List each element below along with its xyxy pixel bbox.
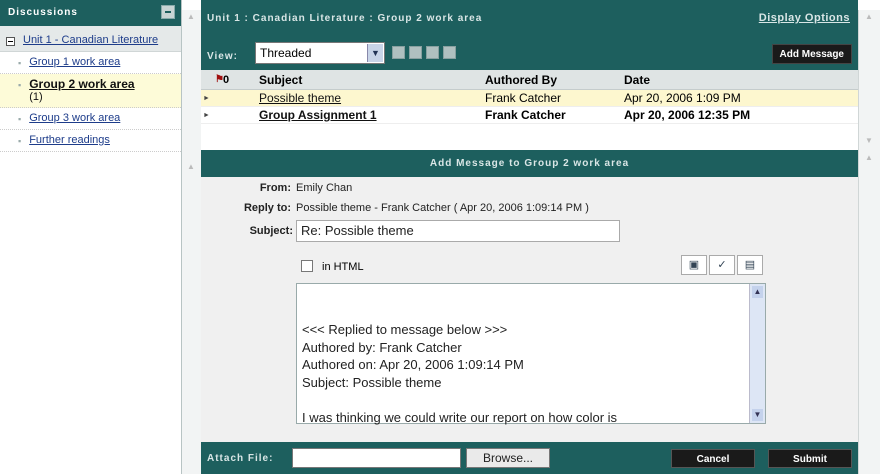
bullet-icon: ▪ [18, 136, 22, 146]
attach-file-input[interactable] [292, 448, 461, 468]
insert-image-icon[interactable]: ▣ [681, 255, 707, 275]
message-subject-link[interactable]: Possible theme [259, 91, 485, 105]
from-label: From: [259, 182, 291, 194]
sidebar-item-label[interactable]: Group 1 work area [29, 56, 120, 69]
collapse-tree-icon[interactable] [6, 37, 15, 46]
add-message-title: Add Message to Group 2 work area [201, 150, 858, 177]
search-icon[interactable] [409, 46, 422, 59]
reply-to-value: Possible theme - Frank Catcher ( Apr 20,… [296, 202, 589, 214]
main-header: Unit 1 : Canadian Literature : Group 2 w… [201, 0, 858, 70]
sidebar-item-group1[interactable]: ▪ Group 1 work area [0, 52, 181, 74]
scroll-up-icon[interactable]: ▲ [186, 12, 196, 21]
display-options-link[interactable]: Display Options [759, 12, 850, 24]
flag-icon[interactable]: ⚑ [201, 74, 224, 85]
sidebar-header: Discussions [0, 0, 181, 26]
flag-count: 0 [223, 73, 230, 86]
view-select-value: Threaded [260, 46, 312, 60]
table-row[interactable]: ► Possible theme Frank Catcher Apr 20, 2… [201, 90, 858, 107]
main-panel: Unit 1 : Canadian Literature : Group 2 w… [201, 0, 858, 474]
scroll-up-icon[interactable]: ▲ [752, 286, 763, 298]
sidebar-item-count: (1) [29, 91, 43, 103]
main-scrollbar[interactable]: ▲ ▼ ▲ [858, 10, 880, 474]
sidebar-item-group3[interactable]: ▪ Group 3 work area [0, 108, 181, 130]
scroll-up-icon[interactable]: ▲ [864, 153, 874, 162]
scroll-up-icon[interactable]: ▲ [186, 162, 196, 171]
breadcrumb: Unit 1 : Canadian Literature : Group 2 w… [207, 13, 483, 24]
discussions-sidebar: Discussions Unit 1 - Canadian Literature… [0, 0, 182, 474]
message-subject-link[interactable]: Group Assignment 1 [259, 108, 485, 122]
sidebar-root-item[interactable]: Unit 1 - Canadian Literature [0, 26, 181, 52]
thread-arrow-icon: ► [203, 111, 210, 119]
chevron-down-icon[interactable]: ▼ [367, 44, 383, 62]
browse-button[interactable]: Browse... [466, 448, 550, 468]
scroll-down-icon[interactable]: ▼ [864, 136, 874, 145]
sidebar-item-label[interactable]: Further readings [29, 134, 110, 147]
scroll-down-icon[interactable]: ▼ [752, 409, 763, 421]
preview-icon[interactable]: ▤ [737, 255, 763, 275]
settings-icon[interactable] [443, 46, 456, 59]
subject-input[interactable]: Re: Possible theme [296, 220, 620, 242]
column-subject[interactable]: Subject [259, 73, 485, 87]
from-value: Emily Chan [296, 182, 353, 194]
sidebar-root-link[interactable]: Unit 1 - Canadian Literature [23, 34, 158, 47]
mark-read-icon[interactable] [392, 46, 405, 59]
sidebar-item-further-readings[interactable]: ▪ Further readings [0, 130, 181, 152]
attach-file-label: Attach File: [207, 453, 274, 464]
message-author: Frank Catcher [485, 108, 566, 122]
table-header: ⚑ 0 Subject Authored By Date [201, 70, 858, 90]
add-message-button[interactable]: Add Message [771, 44, 852, 64]
column-author[interactable]: Authored By [485, 73, 624, 87]
cancel-button[interactable]: Cancel [671, 449, 755, 468]
view-label: View: [207, 51, 238, 62]
sidebar-item-group2[interactable]: ▪ Group 2 work area (1) [0, 74, 181, 108]
thread-arrow-icon: ► [203, 94, 210, 102]
subject-label: Subject: [249, 225, 293, 237]
message-author: Frank Catcher [485, 91, 562, 105]
message-date: Apr 20, 2006 12:35 PM [624, 108, 751, 122]
message-body-editor[interactable]: <<< Replied to message below >>> Authore… [296, 283, 766, 426]
sidebar-scrollbar[interactable]: ▲ ▲ [182, 10, 201, 474]
sidebar-item-label[interactable]: Group 3 work area [29, 112, 120, 125]
spellcheck-icon[interactable]: ✓ [709, 255, 735, 275]
message-body-text[interactable]: <<< Replied to message below >>> Authore… [302, 321, 617, 426]
add-message-panel: Add Message to Group 2 work area From: E… [201, 150, 858, 442]
reply-to-label: Reply to: [243, 202, 291, 214]
message-date: Apr 20, 2006 1:09 PM [624, 91, 741, 105]
attach-footer: Attach File: Browse... Cancel Submit [201, 442, 858, 474]
bullet-icon: ▪ [18, 114, 22, 124]
message-table: ⚑ 0 Subject Authored By Date ► Possible … [201, 70, 858, 150]
column-date[interactable]: Date [624, 73, 824, 87]
scroll-up-icon[interactable]: ▲ [864, 12, 874, 21]
editor-scrollbar[interactable]: ▲ ▼ [749, 284, 765, 423]
sidebar-item-label[interactable]: Group 2 work area [29, 78, 134, 91]
html-checkbox-label: in HTML [322, 261, 364, 273]
table-row[interactable]: ► Group Assignment 1 Frank Catcher Apr 2… [201, 107, 858, 124]
collapse-sidebar-icon[interactable] [161, 5, 175, 19]
html-checkbox[interactable] [301, 260, 313, 272]
submit-button[interactable]: Submit [768, 449, 852, 468]
sidebar-title: Discussions [8, 7, 78, 18]
print-icon[interactable] [426, 46, 439, 59]
bullet-icon: ▪ [18, 58, 22, 68]
view-select[interactable]: Threaded ▼ [255, 42, 385, 64]
bullet-icon: ▪ [18, 80, 22, 90]
